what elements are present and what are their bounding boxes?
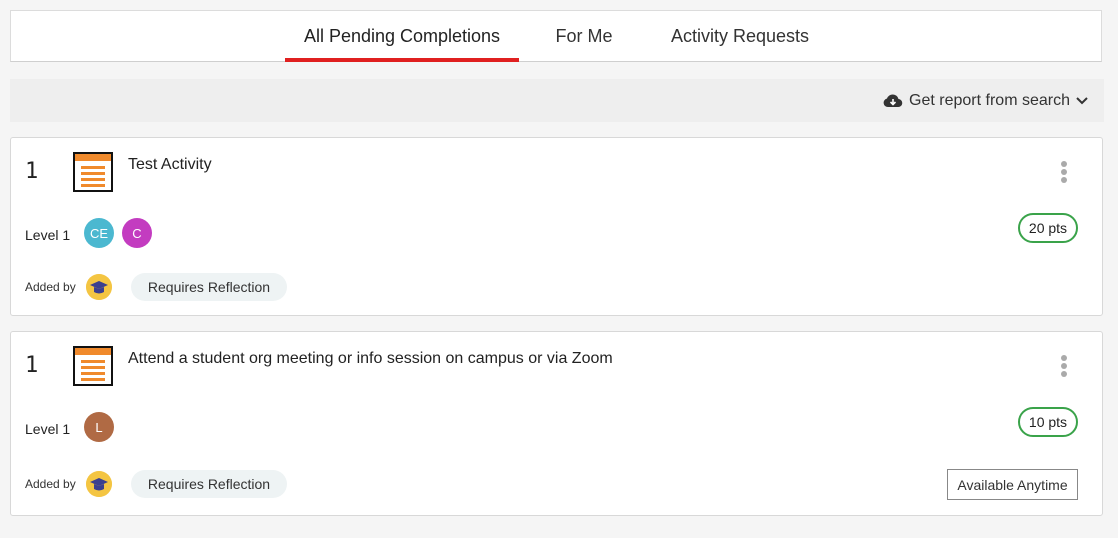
added-by-label: Added by bbox=[25, 280, 76, 294]
tab-bar: All Pending Completions For Me Activity … bbox=[10, 10, 1102, 62]
tab-for-me[interactable]: For Me bbox=[541, 11, 627, 62]
get-report-label: Get report from search bbox=[909, 91, 1070, 109]
activity-card: 1 Test Activity Level 1 CE C 20 pts Adde… bbox=[10, 137, 1103, 316]
avatar[interactable]: C bbox=[122, 218, 152, 248]
cloud-download-icon bbox=[883, 93, 903, 107]
activity-level: Level 1 bbox=[25, 421, 71, 437]
availability-badge: Available Anytime bbox=[947, 469, 1078, 500]
added-by-label: Added by bbox=[25, 477, 76, 491]
tab-activity-requests[interactable]: Activity Requests bbox=[655, 11, 825, 62]
points-badge: 10 pts bbox=[1018, 407, 1078, 437]
activity-list-icon bbox=[73, 346, 113, 386]
activity-rank: 1 bbox=[25, 353, 39, 378]
graduation-cap-icon bbox=[86, 274, 112, 300]
activity-rank: 1 bbox=[25, 159, 39, 184]
active-tab-indicator bbox=[285, 58, 519, 62]
activity-card: 1 Attend a student org meeting or info s… bbox=[10, 331, 1103, 516]
more-options-icon[interactable] bbox=[1060, 161, 1068, 187]
requires-reflection-tag: Requires Reflection bbox=[131, 470, 287, 498]
points-badge: 20 pts bbox=[1018, 213, 1078, 243]
get-report-button[interactable]: Get report from search bbox=[883, 79, 1088, 122]
activity-title[interactable]: Test Activity bbox=[128, 156, 212, 174]
avatar[interactable]: CE bbox=[84, 218, 114, 248]
activity-title[interactable]: Attend a student org meeting or info ses… bbox=[128, 350, 613, 368]
activity-list-icon bbox=[73, 152, 113, 192]
requires-reflection-tag: Requires Reflection bbox=[131, 273, 287, 301]
tab-all-pending-completions[interactable]: All Pending Completions bbox=[285, 11, 519, 62]
more-options-icon[interactable] bbox=[1060, 355, 1068, 381]
avatar[interactable]: L bbox=[84, 412, 114, 442]
graduation-cap-icon bbox=[86, 471, 112, 497]
toolbar: Get report from search bbox=[10, 79, 1104, 122]
activity-level: Level 1 bbox=[25, 227, 71, 243]
chevron-down-icon bbox=[1076, 96, 1088, 104]
